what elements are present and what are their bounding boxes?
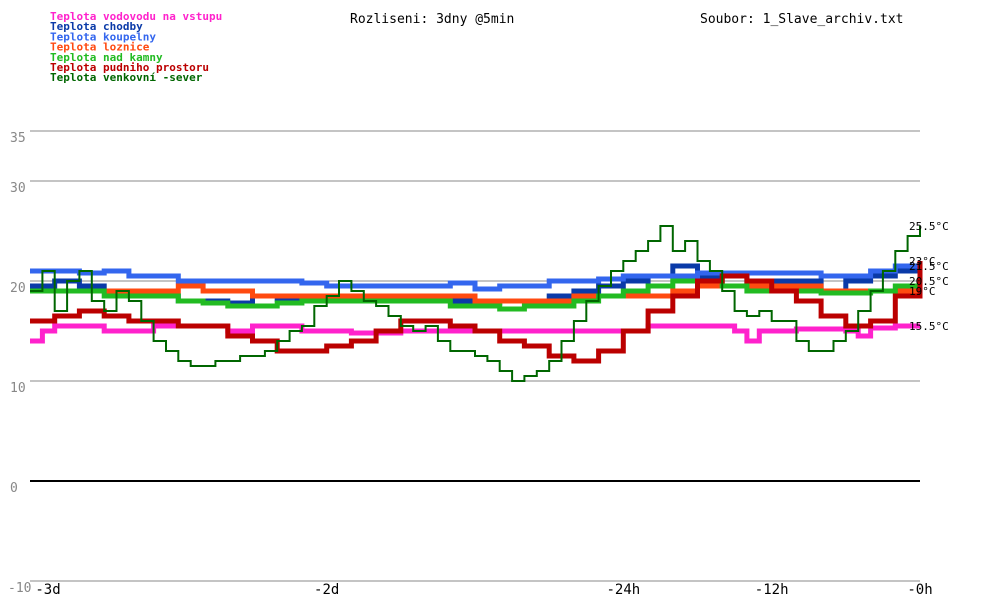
y-tick-label: 20 xyxy=(10,281,26,296)
x-tick-label: -0h xyxy=(907,582,932,598)
y-tick-label: 35 xyxy=(10,131,26,146)
grid: 35 30 20 10 0 -10 xyxy=(8,130,920,596)
y-tick-label: 30 xyxy=(10,181,26,196)
series-layer xyxy=(30,225,923,382)
legend: Teplota vodovodu na vstupuTeplota chodby… xyxy=(50,10,222,84)
temperature-chart: Teplota vodovodu na vstupu Teplota chodby… xyxy=(0,0,1000,600)
x-tick-label: -24h xyxy=(606,582,640,598)
end-label-4: 20.5°C xyxy=(909,275,949,288)
legend-item-6: Teplota venkovní -sever xyxy=(50,71,203,84)
end-label-0: 15.5°C xyxy=(909,320,949,333)
x-tick-label: -12h xyxy=(755,582,789,598)
file-label: Soubor: 1_Slave_archiv.txt xyxy=(700,12,904,27)
chart-svg: Teplota vodovodu na vstupuTeplota chodby… xyxy=(8,10,949,598)
end-label-6: 25.5°C xyxy=(909,220,949,233)
y-tick-label: 0 xyxy=(10,481,18,496)
y-tick-label: 10 xyxy=(10,381,26,396)
y-tick-label: -10 xyxy=(8,581,31,596)
x-axis: -3d -2d -24h -12h -0h xyxy=(35,582,932,598)
x-tick-label: -2d xyxy=(314,582,339,598)
resolution-label: Rozliseni: 3dny @5min xyxy=(350,12,514,27)
x-tick-label: -3d xyxy=(35,582,60,598)
end-label-5: 23°C xyxy=(909,255,936,268)
